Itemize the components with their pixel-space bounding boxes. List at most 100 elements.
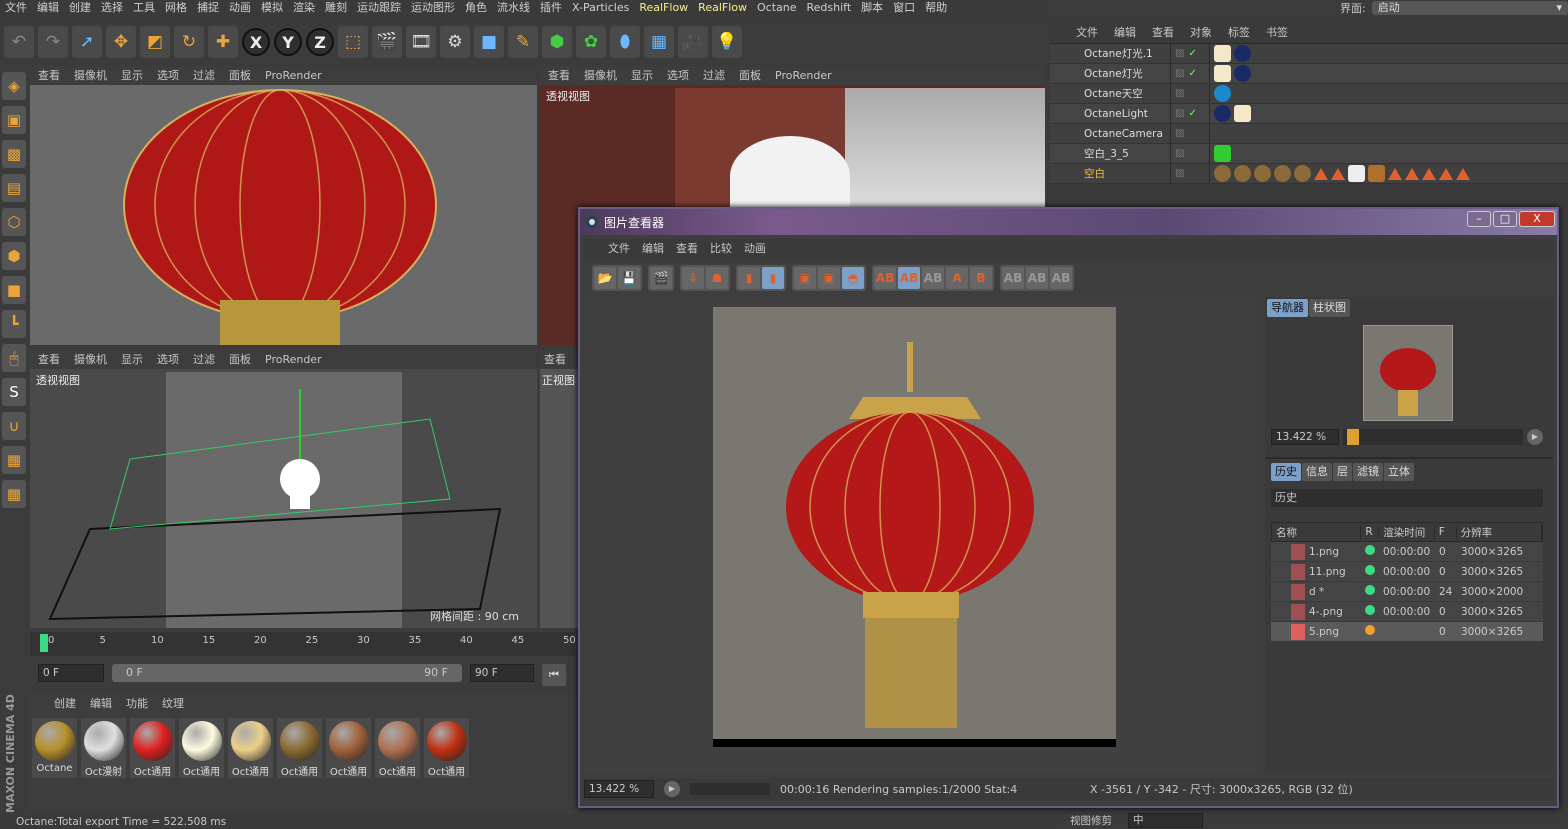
- set-a-icon[interactable]: A: [946, 267, 968, 289]
- go-to-start-button[interactable]: ⏮: [542, 664, 566, 686]
- object-name[interactable]: 空白_3_5: [1050, 146, 1170, 161]
- material-swatch[interactable]: Oct通用: [277, 718, 322, 778]
- history-tab[interactable]: 信息: [1302, 463, 1332, 481]
- viewport-menu-item[interactable]: 过滤: [703, 66, 725, 85]
- om-menu-item[interactable]: 书签: [1266, 22, 1288, 43]
- history-tab[interactable]: 滤镜: [1353, 463, 1383, 481]
- polygons-mode-icon[interactable]: ■: [2, 276, 26, 304]
- material-icon[interactable]: [1214, 165, 1231, 182]
- menu-item[interactable]: 插件: [535, 0, 567, 17]
- viewport-menu-item[interactable]: 摄像机: [74, 350, 107, 369]
- menu-item[interactable]: 角色: [460, 0, 492, 17]
- pv-menu-item[interactable]: 查看: [676, 239, 698, 259]
- viewport-menu-item[interactable]: 查看: [544, 350, 566, 369]
- play-icon[interactable]: ▶: [664, 781, 680, 797]
- object-name[interactable]: OctaneLight: [1050, 108, 1170, 120]
- status-zoom-field[interactable]: 13.422 %: [584, 780, 654, 798]
- timeline-ruler[interactable]: 0 5 10 15 20 25 30 35 40 45 50: [30, 632, 576, 656]
- object-flags[interactable]: ▨: [1170, 164, 1210, 183]
- last-tool-icon[interactable]: ✚: [208, 26, 238, 58]
- object-row[interactable]: OctaneCamera ▨: [1050, 124, 1568, 144]
- lock-grid-icon[interactable]: ▦: [2, 446, 26, 474]
- material-swatch[interactable]: Oct漫射: [81, 718, 126, 778]
- phong-tag-icon[interactable]: [1314, 167, 1328, 180]
- om-menu-item[interactable]: 编辑: [1114, 22, 1136, 43]
- minimize-button[interactable]: –: [1467, 211, 1491, 227]
- close-button[interactable]: X: [1519, 211, 1555, 227]
- object-row[interactable]: OctaneLight ▨ ✓: [1050, 104, 1568, 124]
- menu-item[interactable]: 创建: [64, 0, 96, 17]
- octane-light-tag-icon[interactable]: [1214, 45, 1231, 62]
- menu-item[interactable]: 文件: [0, 0, 32, 17]
- history-tab[interactable]: 立体: [1384, 463, 1414, 481]
- x-axis-button[interactable]: X: [242, 28, 270, 56]
- target-tag-icon[interactable]: [1234, 45, 1251, 62]
- zoom-field[interactable]: 13.422 %: [1271, 429, 1339, 445]
- coordinate-system-icon[interactable]: ⬚: [338, 26, 368, 58]
- object-flags[interactable]: ▨ ✓: [1170, 44, 1210, 63]
- layout-dropdown[interactable]: 启动 ▾: [1371, 1, 1568, 15]
- material-icon[interactable]: [1274, 165, 1291, 182]
- menu-item[interactable]: 运动跟踪: [352, 0, 406, 17]
- layout-selector[interactable]: 界面: 启动 ▾: [1340, 0, 1568, 16]
- nav-tab[interactable]: 导航器: [1267, 299, 1308, 317]
- hdri-tag-icon[interactable]: [1214, 85, 1231, 102]
- menu-item[interactable]: 流水线: [492, 0, 535, 17]
- menu-item[interactable]: 捕捉: [192, 0, 224, 17]
- material-icon[interactable]: [1254, 165, 1271, 182]
- layer-icon[interactable]: ▨: [1175, 68, 1184, 79]
- select-tool-icon[interactable]: ➚: [72, 26, 102, 58]
- viewport-menu-item[interactable]: 显示: [121, 350, 143, 369]
- ab-v-icon[interactable]: AB: [1026, 267, 1048, 289]
- object-row[interactable]: Octane灯光.1 ▨ ✓: [1050, 44, 1568, 64]
- workplane-icon[interactable]: ▤: [2, 174, 26, 202]
- material-swatch[interactable]: Oct通用: [228, 718, 273, 778]
- material-menu-item[interactable]: 创建: [54, 694, 76, 714]
- pv-menu-item[interactable]: 文件: [608, 239, 630, 259]
- menu-item[interactable]: 窗口: [888, 0, 920, 17]
- history-row[interactable]: 1.png 00:00:00 0 3000×3265: [1271, 542, 1543, 562]
- ab-grid-icon[interactable]: AB: [1050, 267, 1072, 289]
- material-icon[interactable]: [1294, 165, 1311, 182]
- phong-tag-icon[interactable]: [1422, 167, 1436, 180]
- layer-icon[interactable]: ▨: [1175, 108, 1184, 119]
- set-b-icon[interactable]: B: [970, 267, 992, 289]
- viewport-menu-item[interactable]: 面板: [739, 66, 761, 85]
- history-row[interactable]: 11.png 00:00:00 0 3000×3265: [1271, 562, 1543, 582]
- current-frame-field[interactable]: 0 F: [38, 664, 104, 682]
- history-row[interactable]: 4-.png 00:00:00 0 3000×3265: [1271, 602, 1543, 622]
- open-icon[interactable]: 📂: [594, 267, 616, 289]
- object-name[interactable]: 空白: [1050, 166, 1170, 181]
- viewport-bottom-left[interactable]: 查看 摄像机 显示 选项 过滤 面板 ProRender 透视视图 网格间距 : 90 cm: [30, 350, 537, 628]
- menu-item[interactable]: 动画: [224, 0, 256, 17]
- viewport-menu-item[interactable]: 过滤: [193, 350, 215, 369]
- layer-icon[interactable]: ▨: [1175, 88, 1184, 99]
- tweak-icon[interactable]: 🖱: [2, 344, 26, 372]
- checker-icon[interactable]: [1348, 165, 1365, 182]
- material-swatch[interactable]: Oct通用: [424, 718, 469, 778]
- points-mode-icon[interactable]: ⬡: [2, 208, 26, 236]
- viewport-bottom-right[interactable]: 查看 正视图: [540, 350, 578, 628]
- zoom-slider[interactable]: 13.422 % ▶: [1271, 429, 1543, 445]
- material-swatch[interactable]: Oct通用: [179, 718, 224, 778]
- om-menu-item[interactable]: 对象: [1190, 22, 1212, 43]
- light-icon[interactable]: 💡: [712, 26, 742, 58]
- phong-tag-icon[interactable]: [1388, 167, 1402, 180]
- viewport-menu-item[interactable]: 摄像机: [584, 66, 617, 85]
- target-tag-icon[interactable]: [1214, 105, 1231, 122]
- view-clipping-dropdown[interactable]: 中: [1128, 813, 1203, 828]
- menu-item[interactable]: 渲染: [288, 0, 320, 17]
- texture-mode-icon[interactable]: ▩: [2, 140, 26, 168]
- object-row[interactable]: Octane灯光 ▨ ✓: [1050, 64, 1568, 84]
- maximize-button[interactable]: □: [1493, 211, 1517, 227]
- render-settings-icon[interactable]: ⚙: [440, 26, 470, 58]
- ab-compare-icon[interactable]: AB: [874, 267, 896, 289]
- menu-item[interactable]: 工具: [128, 0, 160, 17]
- menu-item[interactable]: 雕刻: [320, 0, 352, 17]
- view-ab-icon[interactable]: ◓: [842, 267, 864, 289]
- menu-item[interactable]: 选择: [96, 0, 128, 17]
- import-icon[interactable]: ⇩: [682, 267, 704, 289]
- model-mode-icon[interactable]: ▣: [2, 106, 26, 134]
- enable-snap-icon[interactable]: ▦: [2, 480, 26, 508]
- layer-icon[interactable]: ▨: [1175, 168, 1184, 179]
